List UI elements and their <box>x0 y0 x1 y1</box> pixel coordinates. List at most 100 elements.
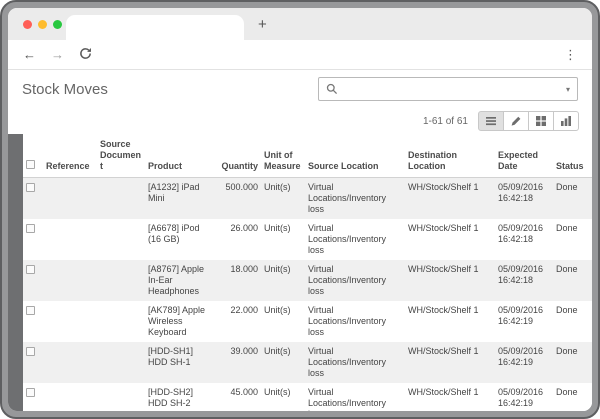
column-header-unit-of-measure[interactable]: Unit of Measure <box>261 134 305 178</box>
stock-moves-table-wrap: Reference Source Document Product Quanti… <box>23 134 592 411</box>
cell-quantity: 45.000 <box>213 383 261 411</box>
select-all-cell <box>23 134 43 178</box>
select-all-checkbox[interactable] <box>26 160 35 169</box>
cell-product: [A1232] iPad Mini <box>145 178 213 220</box>
cell-source-document <box>97 383 145 411</box>
cell-status: Done <box>553 219 592 260</box>
table-row[interactable]: [HDD-SH1] HDD SH-1 39.000 Unit(s) Virtua… <box>23 342 592 383</box>
cell-unit-of-measure: Unit(s) <box>261 219 305 260</box>
reload-icon <box>79 47 92 60</box>
view-switcher <box>478 111 579 131</box>
grid-icon <box>535 115 547 127</box>
cell-expected-date: 05/09/201616:42:19 <box>495 301 553 342</box>
reload-button[interactable] <box>79 47 92 62</box>
cell-destination-location: WH/Stock/Shelf 1 <box>405 260 495 301</box>
list-controls: 1-61 of 61 <box>8 108 592 134</box>
cell-source-document <box>97 219 145 260</box>
browser-toolbar: ← → ⋮ <box>8 40 592 70</box>
cell-source-location: Virtual Locations/Inventory loss <box>305 219 405 260</box>
cell-expected-date: 05/09/201616:42:18 <box>495 260 553 301</box>
maximize-window-button[interactable] <box>53 20 62 29</box>
row-checkbox[interactable] <box>26 306 35 315</box>
column-header-reference[interactable]: Reference <box>43 134 97 178</box>
list-icon <box>485 115 497 127</box>
cell-product: [HDD-SH2] HDD SH-2 <box>145 383 213 411</box>
kanban-view-button[interactable] <box>528 111 554 131</box>
row-checkbox[interactable] <box>26 347 35 356</box>
stock-moves-table: Reference Source Document Product Quanti… <box>23 134 592 411</box>
table-row[interactable]: [A6678] iPod (16 GB) 26.000 Unit(s) Virt… <box>23 219 592 260</box>
cell-product: [A8767] Apple In-Ear Headphones <box>145 260 213 301</box>
column-header-source-document[interactable]: Source Document <box>97 134 145 178</box>
cell-source-document <box>97 301 145 342</box>
column-header-source-location[interactable]: Source Location <box>305 134 405 178</box>
cell-source-location: Virtual Locations/Inventory loss <box>305 342 405 383</box>
column-header-status[interactable]: Status <box>553 134 592 178</box>
cell-destination-location: WH/Stock/Shelf 1 <box>405 219 495 260</box>
search-box[interactable]: ▾ <box>318 77 578 101</box>
table-row[interactable]: [HDD-SH2] HDD SH-2 45.000 Unit(s) Virtua… <box>23 383 592 411</box>
row-checkbox-cell <box>23 178 43 220</box>
browser-menu-button[interactable]: ⋮ <box>564 48 577 61</box>
cell-status: Done <box>553 178 592 220</box>
cell-source-document <box>97 260 145 301</box>
browser-chrome: + <box>8 8 592 40</box>
list-view-area: Reference Source Document Product Quanti… <box>8 134 592 411</box>
search-dropdown-caret[interactable]: ▾ <box>566 85 570 94</box>
column-header-product[interactable]: Product <box>145 134 213 178</box>
device-frame: + ← → ⋮ Stock Moves ▾ <box>0 0 600 419</box>
new-tab-button[interactable]: + <box>258 15 267 35</box>
cell-expected-date: 05/09/201616:42:19 <box>495 383 553 411</box>
left-sidebar-strip <box>8 134 23 411</box>
list-view-button[interactable] <box>478 111 504 131</box>
pager-text: 1-61 of 61 <box>423 116 468 127</box>
cell-quantity: 39.000 <box>213 342 261 383</box>
row-checkbox[interactable] <box>26 388 35 397</box>
cell-source-location: Virtual Locations/Inventory loss <box>305 301 405 342</box>
graph-view-button[interactable] <box>553 111 579 131</box>
browser-tab[interactable] <box>66 15 244 40</box>
column-header-destination-location[interactable]: Destination Location <box>405 134 495 178</box>
row-checkbox[interactable] <box>26 265 35 274</box>
cell-reference <box>43 219 97 260</box>
close-window-button[interactable] <box>23 20 32 29</box>
row-checkbox[interactable] <box>26 224 35 233</box>
bar-chart-icon <box>560 115 572 127</box>
back-button[interactable]: ← <box>23 48 36 61</box>
form-view-button[interactable] <box>503 111 529 131</box>
cell-destination-location: WH/Stock/Shelf 1 <box>405 178 495 220</box>
cell-quantity: 18.000 <box>213 260 261 301</box>
table-header: Reference Source Document Product Quanti… <box>23 134 592 178</box>
table-body: [A1232] iPad Mini 500.000 Unit(s) Virtua… <box>23 178 592 412</box>
cell-status: Done <box>553 383 592 411</box>
cell-source-location: Virtual Locations/Inventory loss <box>305 383 405 411</box>
cell-reference <box>43 178 97 220</box>
cell-unit-of-measure: Unit(s) <box>261 383 305 411</box>
window-controls <box>23 20 62 29</box>
column-header-expected-date[interactable]: Expected Date <box>495 134 553 178</box>
forward-button[interactable]: → <box>51 48 64 61</box>
cell-quantity: 22.000 <box>213 301 261 342</box>
search-input[interactable] <box>344 83 560 95</box>
cell-product: [HDD-SH1] HDD SH-1 <box>145 342 213 383</box>
cell-quantity: 26.000 <box>213 219 261 260</box>
cell-reference <box>43 342 97 383</box>
row-checkbox[interactable] <box>26 183 35 192</box>
row-checkbox-cell <box>23 260 43 301</box>
cell-source-location: Virtual Locations/Inventory loss <box>305 178 405 220</box>
table-row[interactable]: [A8767] Apple In-Ear Headphones 18.000 U… <box>23 260 592 301</box>
cell-reference <box>43 260 97 301</box>
cell-destination-location: WH/Stock/Shelf 1 <box>405 383 495 411</box>
table-row[interactable]: [AK789] Apple Wireless Keyboard 22.000 U… <box>23 301 592 342</box>
cell-source-document <box>97 178 145 220</box>
search-icon <box>326 83 338 95</box>
cell-destination-location: WH/Stock/Shelf 1 <box>405 342 495 383</box>
table-row[interactable]: [A1232] iPad Mini 500.000 Unit(s) Virtua… <box>23 178 592 220</box>
cell-unit-of-measure: Unit(s) <box>261 301 305 342</box>
cell-expected-date: 05/09/201616:42:18 <box>495 219 553 260</box>
minimize-window-button[interactable] <box>38 20 47 29</box>
column-header-quantity[interactable]: Quantity <box>213 134 261 178</box>
cell-unit-of-measure: Unit(s) <box>261 342 305 383</box>
cell-destination-location: WH/Stock/Shelf 1 <box>405 301 495 342</box>
cell-status: Done <box>553 301 592 342</box>
